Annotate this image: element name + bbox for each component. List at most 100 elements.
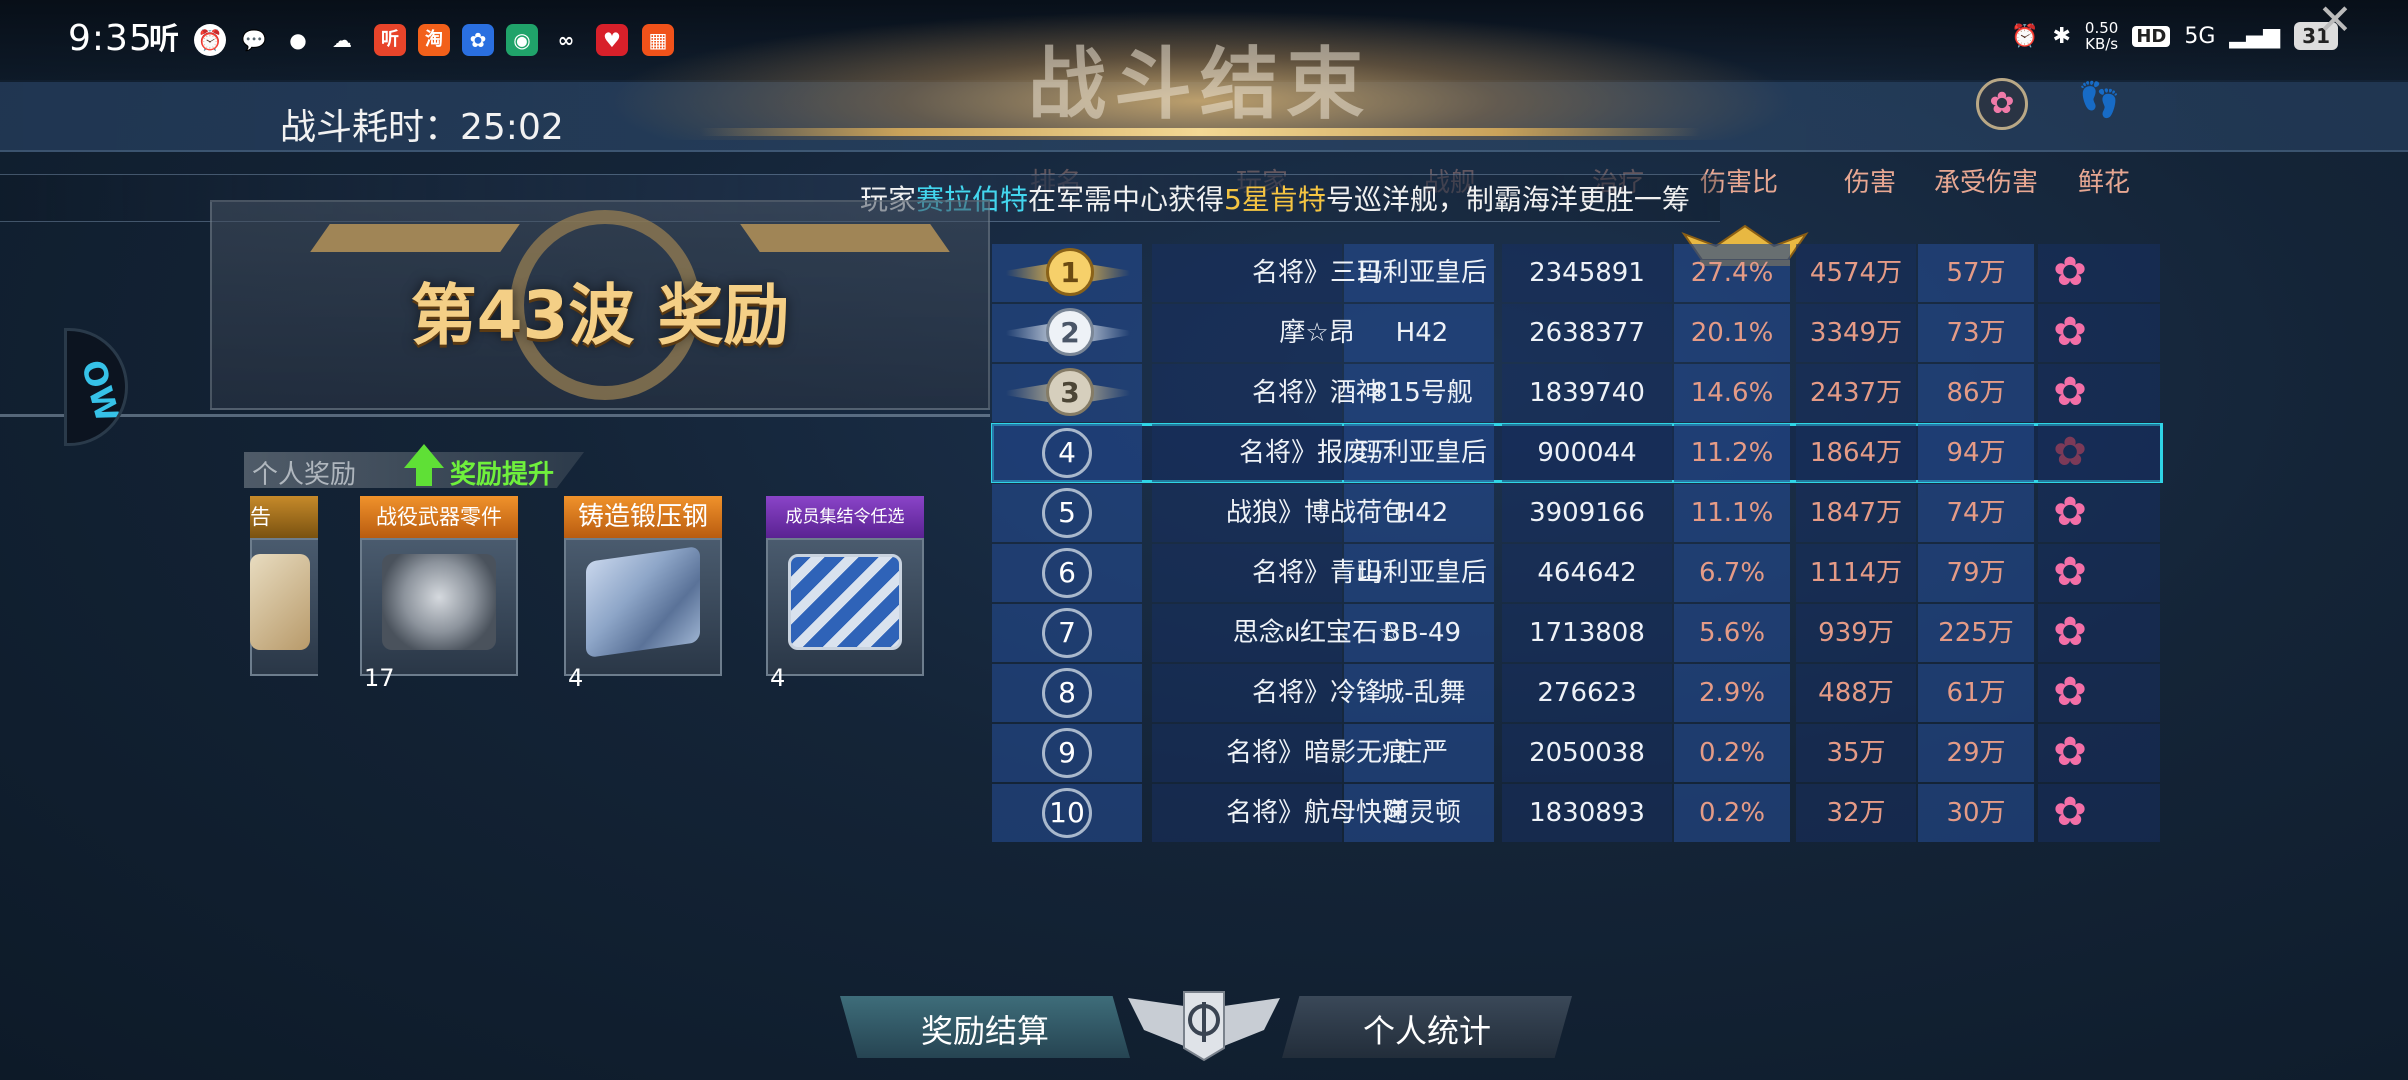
rank-medal-icon: 1 [1006, 248, 1130, 298]
damage-ratio: 6.7% [1698, 558, 1766, 588]
boost-arrow-icon [404, 444, 444, 468]
ship-name: H42 [1395, 498, 1449, 528]
table-row[interactable]: 5 战狼》博战荷包 H42 3909166 11.1% 1847万 74万 ✿ [992, 484, 2162, 542]
tab-personal-reward-label: 个人奖励 [252, 460, 357, 490]
col-head-flowers: 鲜花 [2078, 168, 2131, 198]
send-flower-icon[interactable]: ✿ [2048, 430, 2092, 476]
send-flower-icon[interactable]: ✿ [2048, 490, 2092, 536]
table-row[interactable]: 3 名将》酒神 815号舰 1839740 14.6% 2437万 86万 ✿ [992, 364, 2162, 422]
app-green-icon: ◉ [506, 24, 538, 56]
damage-ratio: 5.6% [1698, 618, 1766, 648]
reward-item[interactable]: 成员集结令任选 4 [766, 496, 924, 692]
damage-value: 1847万 [1809, 498, 1903, 528]
table-row[interactable]: 9 名将》暗影无痕 庄严 2050038 0.2% 35万 29万 ✿ [992, 724, 2162, 782]
damage-taken: 61万 [1946, 678, 2006, 708]
close-icon[interactable]: ✕ [2310, 0, 2360, 42]
send-flower-icon[interactable]: ✿ [2048, 610, 2092, 656]
damage-value: 1864万 [1809, 438, 1903, 468]
wechat-icon: 💬 [241, 28, 267, 52]
table-row[interactable]: 2 摩☆昂 H42 2638377 20.1% 3349万 73万 ✿ [992, 304, 2162, 362]
rank-number: 7 [1042, 608, 1092, 658]
side-logo-badge[interactable]: OW [64, 328, 128, 446]
col-head-damage: 伤害 [1844, 168, 1897, 198]
send-flower-icon[interactable]: ✿ [2048, 550, 2092, 596]
table-row[interactable]: 6 名将》青山 玛利亚皇后 464642 6.7% 1114万 79万 ✿ [992, 544, 2162, 602]
damage-taken: 29万 [1946, 738, 2006, 768]
supply-chest-icon [788, 554, 902, 650]
damage-ratio: 0.2% [1698, 798, 1766, 828]
damage-value: 1114万 [1809, 558, 1903, 588]
cloud-icon: ☁ [332, 28, 352, 52]
damage-taken: 225万 [1938, 618, 2014, 648]
ting-app-icon: 听 [149, 22, 179, 57]
damage-taken: 86万 [1946, 378, 2006, 408]
ting-red-icon: 听 [374, 24, 406, 56]
scroll-icon [250, 554, 310, 650]
heal-value: 2638377 [1529, 318, 1645, 348]
ship-name: 庄严 [1395, 738, 1448, 768]
damage-taken: 57万 [1946, 258, 2006, 288]
damage-ratio: 27.4% [1690, 258, 1774, 288]
damage-value: 4574万 [1809, 258, 1903, 288]
damage-value: 32万 [1826, 798, 1886, 828]
heal-value: 1713808 [1529, 618, 1645, 648]
reward-item-count: 4 [568, 664, 584, 692]
damage-ratio: 11.2% [1690, 438, 1774, 468]
table-row[interactable]: 1 名将》三日 玛利亚皇后 2345891 27.4% 4574万 57万 ✿ [992, 244, 2162, 302]
page-title: 战斗结束 [1027, 39, 1372, 130]
net-speed: 0.50 KB/s [2084, 19, 2119, 53]
damage-ratio: 0.2% [1698, 738, 1766, 768]
alarm-icon: ⏰ [194, 24, 226, 56]
rank-number: 3 [1046, 368, 1094, 416]
table-row[interactable]: 8 名将》冷锋 城-乱舞 276623 2.9% 488万 61万 ✿ [992, 664, 2162, 722]
damage-value: 3349万 [1809, 318, 1903, 348]
app-blue-icon: ✿ [462, 24, 494, 56]
ship-name: BB-49 [1382, 618, 1462, 648]
ticker-ship: 5星肯特 [1224, 183, 1326, 216]
send-flower-icon[interactable]: ✿ [2048, 310, 2092, 356]
damage-taken: 73万 [1946, 318, 2006, 348]
heal-value: 1830893 [1529, 798, 1645, 828]
rank-number: 4 [1042, 428, 1092, 478]
ship-name: 玛利亚皇后 [1356, 258, 1487, 288]
boost-arrow-stem [416, 466, 432, 486]
damage-taken: 30万 [1946, 798, 2006, 828]
send-flower-icon[interactable]: ✿ [2048, 370, 2092, 416]
bluetooth-icon: ✱ [2052, 23, 2071, 49]
rank-number: 2 [1046, 308, 1094, 356]
heal-value: 2050038 [1529, 738, 1645, 768]
reward-item-name: 成员集结令任选 [766, 496, 924, 538]
send-flower-icon[interactable]: ✿ [2048, 250, 2092, 296]
wave-divider [0, 414, 990, 417]
heal-value: 276623 [1537, 678, 1637, 708]
table-row[interactable]: 7 思念ฝ红宝石☆ BB-49 1713808 5.6% 939万 225万 ✿ [992, 604, 2162, 662]
signal-5g: 5G [2184, 23, 2216, 49]
fleet-emblem-icon [1128, 991, 1280, 1062]
table-row[interactable]: 10 名将》航母快递 阿灵顿 1830893 0.2% 32万 30万 ✿ [992, 784, 2162, 842]
damage-ratio: 2.9% [1698, 678, 1766, 708]
col-head-taken: 承受伤害 [1934, 168, 2039, 198]
damage-taken: 94万 [1946, 438, 2006, 468]
send-flower-icon[interactable]: ✿ [2048, 730, 2092, 776]
send-flower-icon[interactable]: ✿ [2048, 670, 2092, 716]
reward-item[interactable]: 铸造锻压钢 4 [564, 496, 722, 692]
damage-ratio: 14.6% [1690, 378, 1774, 408]
flower-send-icon[interactable]: ✿ [1976, 78, 2028, 130]
wifi-bars-icon: ▂▄▆ [2229, 23, 2281, 49]
reward-item-count: 4 [770, 664, 786, 692]
rank-medal-icon: 2 [1006, 308, 1130, 358]
send-flower-icon[interactable]: ✿ [2048, 790, 2092, 836]
weapon-part-icon [382, 554, 496, 650]
ship-name: 815号舰 [1371, 378, 1473, 408]
reward-item[interactable]: 战役武器零件 17 [360, 496, 518, 692]
ship-name: 玛利亚皇后 [1356, 558, 1487, 588]
heal-value: 1839740 [1529, 378, 1645, 408]
reward-item[interactable]: 告 [250, 496, 318, 676]
wave-stripe-right [740, 224, 950, 252]
personal-stats-label: 个人统计 [1362, 1012, 1491, 1050]
ship-name: 玛利亚皇后 [1356, 438, 1487, 468]
table-row[interactable]: 4 名将》报废厂 玛利亚皇后 900044 11.2% 1864万 94万 ✿ [991, 423, 2163, 483]
damage-ratio: 11.1% [1690, 498, 1774, 528]
slipper-icon[interactable]: 👣 [2078, 80, 2120, 126]
hd-badge: HD [2132, 25, 2171, 47]
